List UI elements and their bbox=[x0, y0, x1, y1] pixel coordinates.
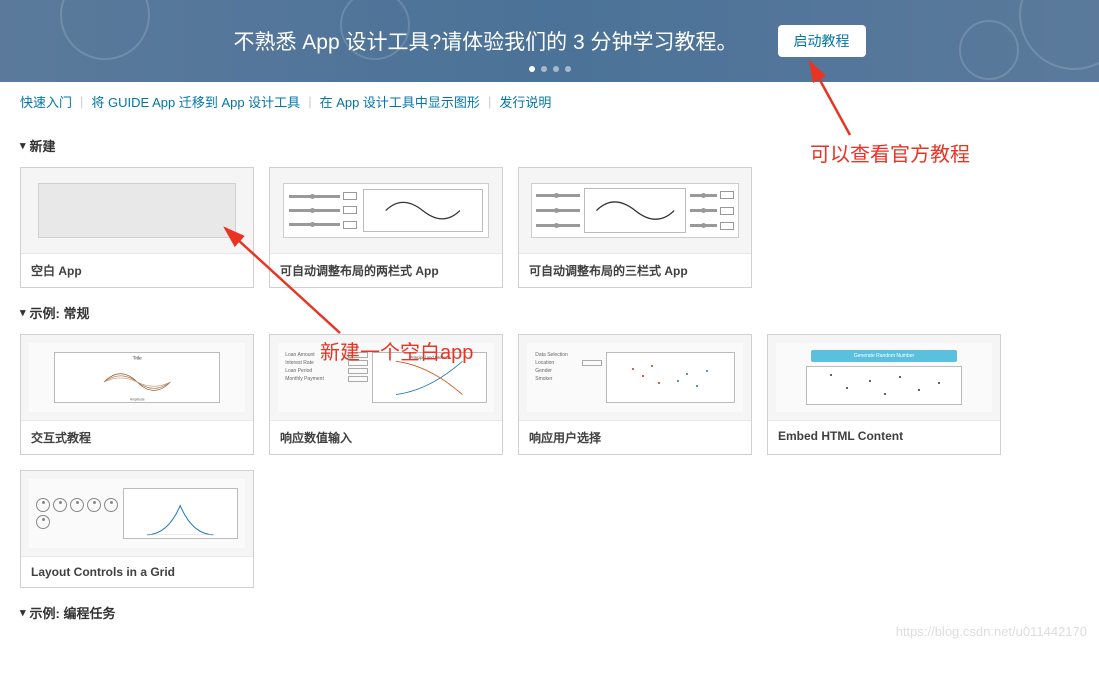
card-respond-user-selection[interactable]: Data Selection Location Gender Smoker bbox=[518, 334, 752, 455]
examples-general-row-2: Layout Controls in a Grid bbox=[20, 470, 1079, 588]
card-label: 交互式教程 bbox=[21, 420, 253, 454]
card-label: Embed HTML Content bbox=[768, 420, 1000, 451]
three-col-preview bbox=[531, 183, 738, 238]
card-preview: Generate Random Number bbox=[768, 335, 1000, 420]
card-label: 响应数值输入 bbox=[270, 420, 502, 454]
start-tutorial-button[interactable]: 启动教程 bbox=[778, 25, 866, 57]
carousel-dots[interactable] bbox=[529, 66, 571, 72]
card-label: Layout Controls in a Grid bbox=[21, 556, 253, 587]
link-migrate-guide[interactable]: 将 GUIDE App 迁移到 App 设计工具 bbox=[91, 92, 300, 111]
watermark-text: https://blog.csdn.net/u011442170 bbox=[896, 624, 1087, 639]
card-embed-html-content[interactable]: Generate Random Number Embed HTML Conten… bbox=[767, 334, 1001, 455]
card-preview bbox=[270, 168, 502, 253]
svg-text:Amplitude: Amplitude bbox=[130, 397, 145, 401]
section-header-new[interactable]: 新建 bbox=[20, 121, 1079, 167]
svg-text:Title: Title bbox=[132, 355, 141, 361]
two-col-preview bbox=[283, 183, 488, 238]
banner-text: 不熟悉 App 设计工具?请体验我们的 3 分钟学习教程。 bbox=[233, 26, 737, 56]
section-title: 示例: 编程任务 bbox=[30, 603, 116, 622]
card-preview: Title Amplitude bbox=[21, 335, 253, 420]
card-preview: Data Selection Location Gender Smoker bbox=[519, 335, 751, 420]
tutorial-banner: 不熟悉 App 设计工具?请体验我们的 3 分钟学习教程。 启动教程 bbox=[0, 0, 1099, 82]
link-release-notes[interactable]: 发行说明 bbox=[499, 92, 551, 111]
new-templates-row: 空白 App 可自动调整布局的两栏式 App bbox=[20, 167, 1079, 288]
separator: | bbox=[80, 94, 83, 109]
card-label: 空白 App bbox=[21, 253, 253, 287]
card-preview bbox=[519, 168, 751, 253]
section-header-examples-general[interactable]: 示例: 常规 bbox=[20, 288, 1079, 334]
help-links-row: 快速入门 | 将 GUIDE App 迁移到 App 设计工具 | 在 App … bbox=[0, 82, 1099, 121]
card-interactive-tutorial[interactable]: Title Amplitude 交互式教程 bbox=[20, 334, 254, 455]
card-preview: Loan Amount Interest Rate Loan Period Mo… bbox=[270, 335, 502, 420]
card-preview bbox=[21, 471, 253, 556]
examples-general-row: Title Amplitude 交互式教程 Loan Amount bbox=[20, 334, 1079, 455]
section-title: 示例: 常规 bbox=[30, 303, 90, 322]
carousel-dot[interactable] bbox=[553, 66, 559, 72]
separator: | bbox=[308, 94, 311, 109]
carousel-dot[interactable] bbox=[529, 66, 535, 72]
blank-preview-box bbox=[38, 183, 237, 238]
link-quickstart[interactable]: 快速入门 bbox=[20, 92, 72, 111]
card-respond-numeric-input[interactable]: Loan Amount Interest Rate Loan Period Mo… bbox=[269, 334, 503, 455]
carousel-dot[interactable] bbox=[541, 66, 547, 72]
svg-text:Principal and Interest: Principal and Interest bbox=[410, 354, 450, 359]
card-label: 响应用户选择 bbox=[519, 420, 751, 454]
card-preview bbox=[21, 168, 253, 253]
section-title: 新建 bbox=[30, 136, 56, 155]
card-layout-controls-grid[interactable]: Layout Controls in a Grid bbox=[20, 470, 254, 588]
card-blank-app[interactable]: 空白 App bbox=[20, 167, 254, 288]
separator: | bbox=[488, 94, 491, 109]
card-label: 可自动调整布局的两栏式 App bbox=[270, 253, 502, 287]
main-content: 新建 空白 App 可自动调整布 bbox=[0, 121, 1099, 654]
card-label: 可自动调整布局的三栏式 App bbox=[519, 253, 751, 287]
card-two-column-app[interactable]: 可自动调整布局的两栏式 App bbox=[269, 167, 503, 288]
link-display-graphics[interactable]: 在 App 设计工具中显示图形 bbox=[320, 92, 480, 111]
carousel-dot[interactable] bbox=[565, 66, 571, 72]
card-three-column-app[interactable]: 可自动调整布局的三栏式 App bbox=[518, 167, 752, 288]
